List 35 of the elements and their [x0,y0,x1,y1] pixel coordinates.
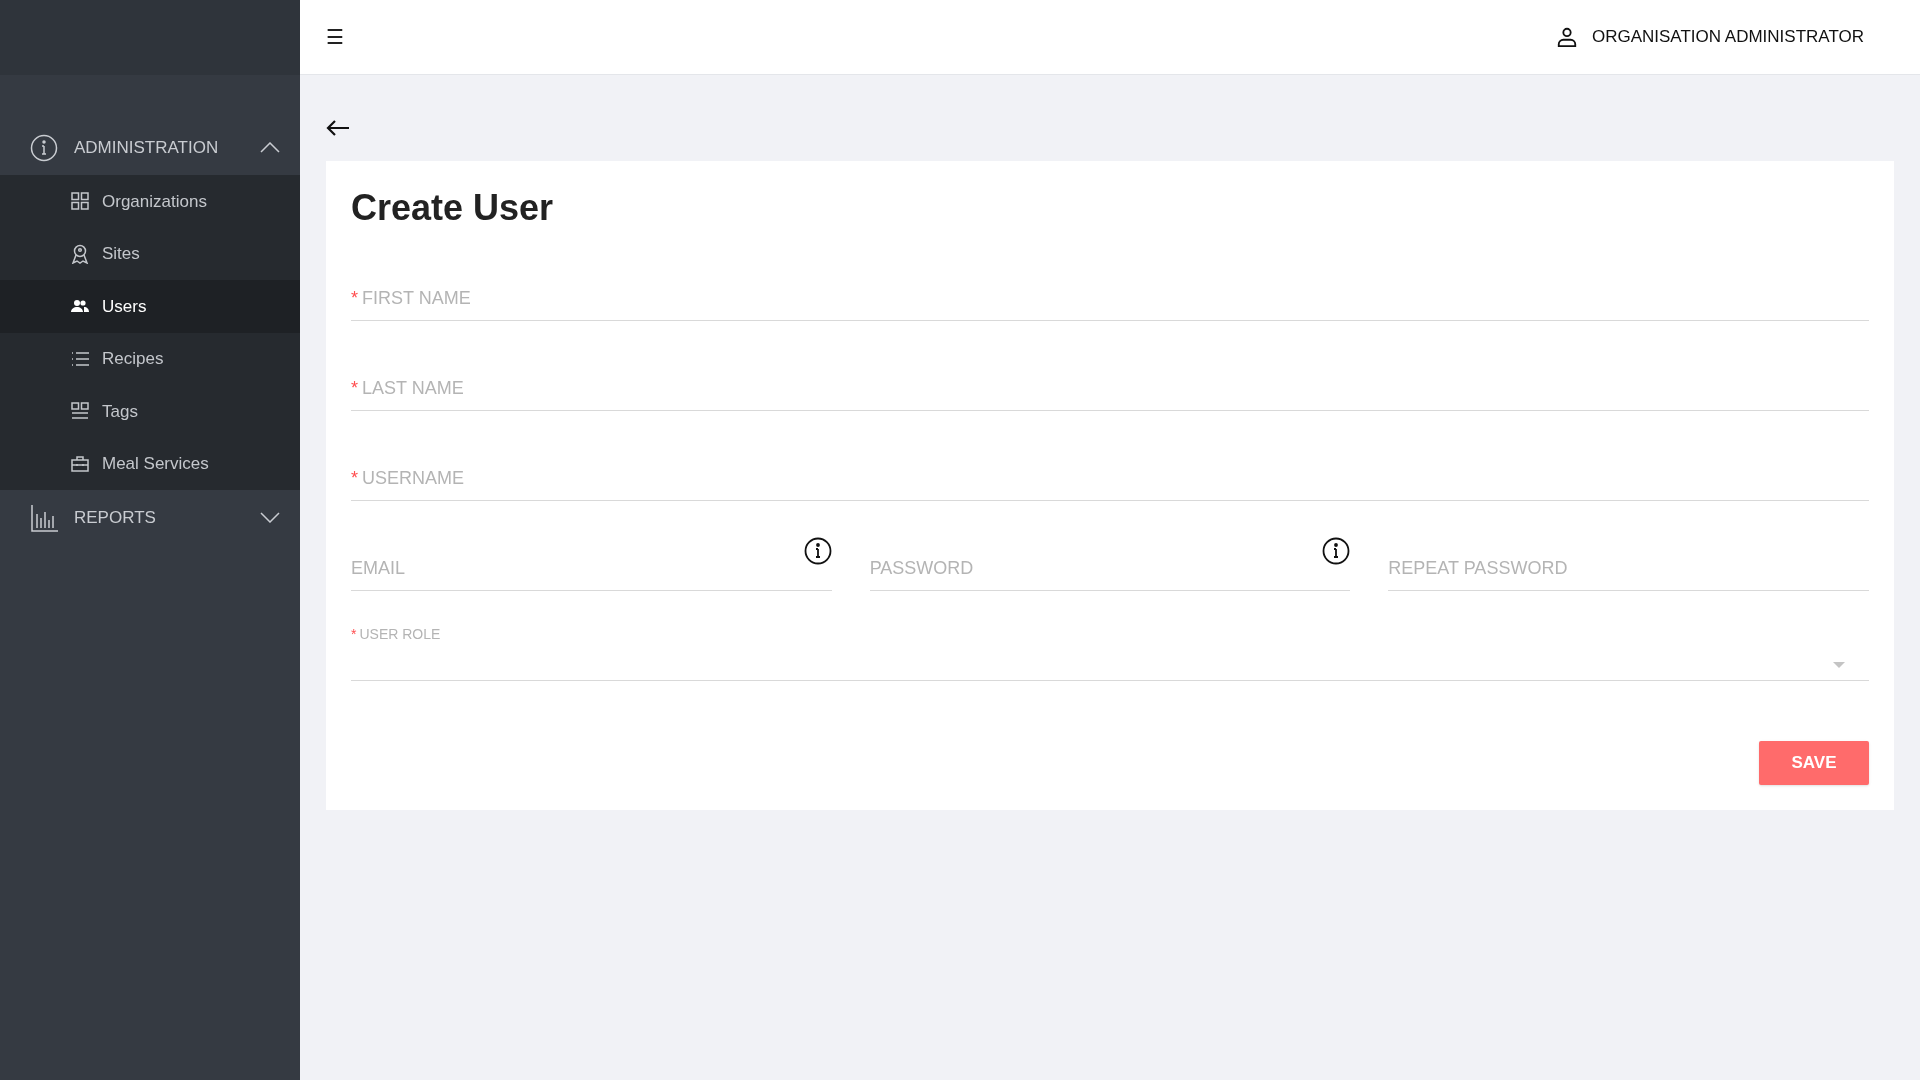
list-icon [71,351,89,366]
menu-button[interactable]: ☰ [326,22,344,52]
user-role-label: ORGANISATION ADMINISTRATOR [1591,26,1864,49]
tags-icon [71,402,89,421]
sidebar-section[interactable]: ADMINISTRATION [0,120,300,175]
grid-icon [71,192,89,211]
input-field[interactable]: FIRST NAME [362,285,1869,312]
back-arrow-icon [326,119,350,137]
input-field[interactable]: LAST NAME [362,375,1869,402]
bar-chart-icon [30,503,58,532]
chevron-down-icon [260,512,280,523]
sidebar-section[interactable]: REPORTS [0,490,300,545]
input-field[interactable]: EMAIL [351,555,832,582]
required-asterisk: * [351,377,358,400]
chevron-up-icon [260,142,280,153]
page-title: Create User [351,186,555,230]
required-asterisk: * [351,625,357,644]
required-asterisk: * [351,467,358,490]
sidebar-item[interactable]: Sites [0,227,300,280]
briefcase-icon [71,455,89,472]
location-pin-icon [71,243,89,264]
sidebar-item[interactable]: Organizations [0,175,300,228]
required-asterisk: * [351,287,358,310]
sidebar-item[interactable]: Tags [0,385,300,438]
input-field[interactable]: REPEAT PASSWORD [1388,555,1869,582]
users-icon [71,299,89,314]
user-icon [1555,26,1578,48]
field-label: USER ROLE [359,625,441,644]
sidebar-item[interactable]: Recipes [0,332,300,385]
dropdown-caret-icon [1833,662,1845,668]
info-icon [30,133,58,162]
input-field[interactable]: USERNAME [362,465,1869,492]
sidebar-item[interactable]: Users [0,280,300,333]
sidebar-item[interactable]: Meal Services [0,437,300,490]
input-field[interactable]: PASSWORD [869,555,1351,582]
